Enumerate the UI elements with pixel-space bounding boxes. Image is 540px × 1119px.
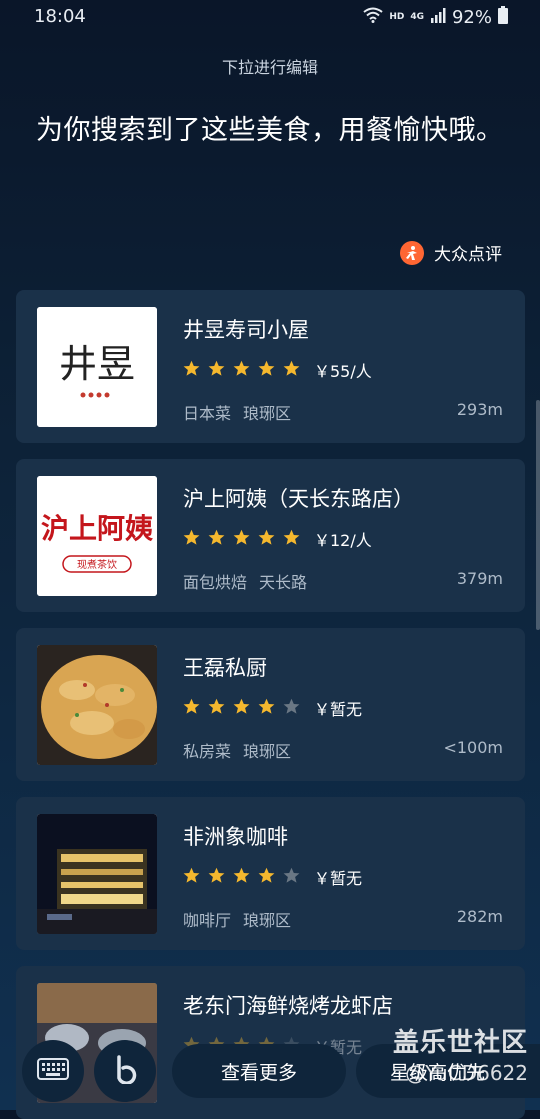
- star-filled-icon: [233, 360, 250, 376]
- price-per-person: ￥暂无: [314, 700, 363, 719]
- star-filled-icon: [208, 698, 225, 714]
- bixby-button[interactable]: [94, 1040, 156, 1102]
- watermark: 盖乐世社区 @YuCD6622: [393, 1022, 528, 1085]
- star-empty-icon: [283, 867, 300, 883]
- star-filled-icon: [283, 529, 300, 545]
- see-more-button[interactable]: 查看更多: [172, 1044, 346, 1098]
- restaurant-card[interactable]: 非洲象咖啡 ￥暂无 咖啡厅 琅琊区 282m: [16, 797, 525, 950]
- restaurant-logo: 井昱: [37, 307, 157, 427]
- hd-label: HD: [389, 12, 405, 22]
- restaurant-area: 琅琊区: [243, 404, 292, 423]
- price-per-person: ￥12/人: [314, 531, 372, 550]
- restaurant-photo: [37, 645, 157, 765]
- star-filled-icon: [183, 529, 200, 545]
- restaurant-distance: 379m: [456, 569, 503, 588]
- restaurant-category: 面包烘焙: [183, 573, 248, 592]
- star-empty-icon: [283, 698, 300, 714]
- watermark-title: 盖乐世社区: [392, 1028, 528, 1058]
- restaurant-name: 沪上阿姨（天长东路店）: [183, 487, 414, 511]
- star-rating: [183, 360, 308, 381]
- status-bar: 18:04 HD 4G 92%: [0, 0, 540, 34]
- price-per-person: ￥55/人: [314, 362, 372, 381]
- price-per-person: ￥暂无: [314, 869, 363, 888]
- signal-icon: [430, 7, 446, 28]
- restaurant-rating: ￥12/人: [183, 527, 372, 551]
- restaurant-meta: 咖啡厅 琅琊区: [183, 907, 291, 931]
- provider-link[interactable]: 大众点评: [400, 240, 502, 265]
- 4g-label: 4G: [410, 12, 424, 22]
- restaurant-meta: 私房菜 琅琊区: [183, 738, 291, 762]
- svg-text:井昱: 井昱: [59, 342, 135, 386]
- restaurant-meta: 日本菜 琅琊区: [183, 400, 291, 424]
- dianping-logo-icon: [400, 240, 424, 265]
- star-filled-icon: [258, 698, 275, 714]
- star-filled-icon: [233, 698, 250, 714]
- restaurant-area: 天长路: [259, 573, 308, 592]
- restaurant-meta: 面包烘焙 天长路: [183, 569, 307, 593]
- keyboard-icon: [37, 1058, 69, 1084]
- restaurant-rating: ￥暂无: [183, 865, 362, 889]
- restaurant-card[interactable]: 王磊私厨 ￥暂无 私房菜 琅琊区 <100m: [16, 628, 525, 781]
- restaurant-rating: ￥暂无: [183, 696, 362, 720]
- edge-panel-handle[interactable]: [536, 400, 540, 630]
- assistant-headline: 为你搜索到了这些美食，用餐愉快哦。: [36, 115, 504, 146]
- status-icons: HD 4G 92%: [363, 6, 508, 29]
- star-filled-icon: [208, 867, 225, 883]
- star-filled-icon: [233, 867, 250, 883]
- edit-hint: 下拉进行编辑: [221, 58, 318, 77]
- bixby-icon: [110, 1054, 140, 1088]
- restaurant-card[interactable]: 井昱 井昱寿司小屋 ￥55/人 日本菜 琅琊区 293m: [16, 290, 525, 443]
- restaurant-distance: 293m: [456, 400, 503, 419]
- star-filled-icon: [258, 529, 275, 545]
- status-time: 18:04: [34, 6, 86, 27]
- battery-percent: 92%: [451, 7, 492, 28]
- restaurant-distance: <100m: [443, 738, 503, 757]
- restaurant-category: 咖啡厅: [183, 911, 232, 930]
- restaurant-name: 王磊私厨: [183, 656, 267, 680]
- provider-name: 大众点评: [434, 245, 502, 265]
- battery-icon: [498, 6, 508, 29]
- restaurant-logo: 沪上阿姨 现煮茶饮: [37, 476, 157, 596]
- watermark-user: @YuCD6622: [405, 1061, 528, 1085]
- wifi-icon: [363, 7, 383, 28]
- restaurant-name: 井昱寿司小屋: [183, 318, 309, 342]
- svg-text:现煮茶饮: 现煮茶饮: [77, 558, 117, 571]
- star-rating: [183, 867, 308, 888]
- restaurant-category: 日本菜: [183, 404, 232, 423]
- star-filled-icon: [208, 360, 225, 376]
- star-filled-icon: [258, 360, 275, 376]
- restaurant-category: 私房菜: [183, 742, 232, 761]
- star-filled-icon: [183, 867, 200, 883]
- keyboard-button[interactable]: [22, 1040, 84, 1102]
- star-filled-icon: [208, 529, 225, 545]
- star-filled-icon: [258, 867, 275, 883]
- restaurant-card[interactable]: 沪上阿姨 现煮茶饮 沪上阿姨（天长东路店） ￥12/人 面包烘焙 天长路 379m: [16, 459, 525, 612]
- star-rating: [183, 529, 308, 550]
- restaurant-area: 琅琊区: [243, 911, 292, 930]
- restaurant-photo: [37, 814, 157, 934]
- restaurant-rating: ￥55/人: [183, 358, 372, 382]
- star-rating: [183, 698, 308, 719]
- svg-text:沪上阿姨: 沪上阿姨: [41, 512, 153, 545]
- restaurant-area: 琅琊区: [243, 742, 292, 761]
- star-filled-icon: [233, 529, 250, 545]
- star-filled-icon: [183, 360, 200, 376]
- star-filled-icon: [183, 698, 200, 714]
- restaurant-name: 老东门海鲜烧烤龙虾店: [183, 994, 393, 1018]
- star-filled-icon: [283, 360, 300, 376]
- restaurant-distance: 282m: [456, 907, 503, 926]
- restaurant-name: 非洲象咖啡: [183, 825, 288, 849]
